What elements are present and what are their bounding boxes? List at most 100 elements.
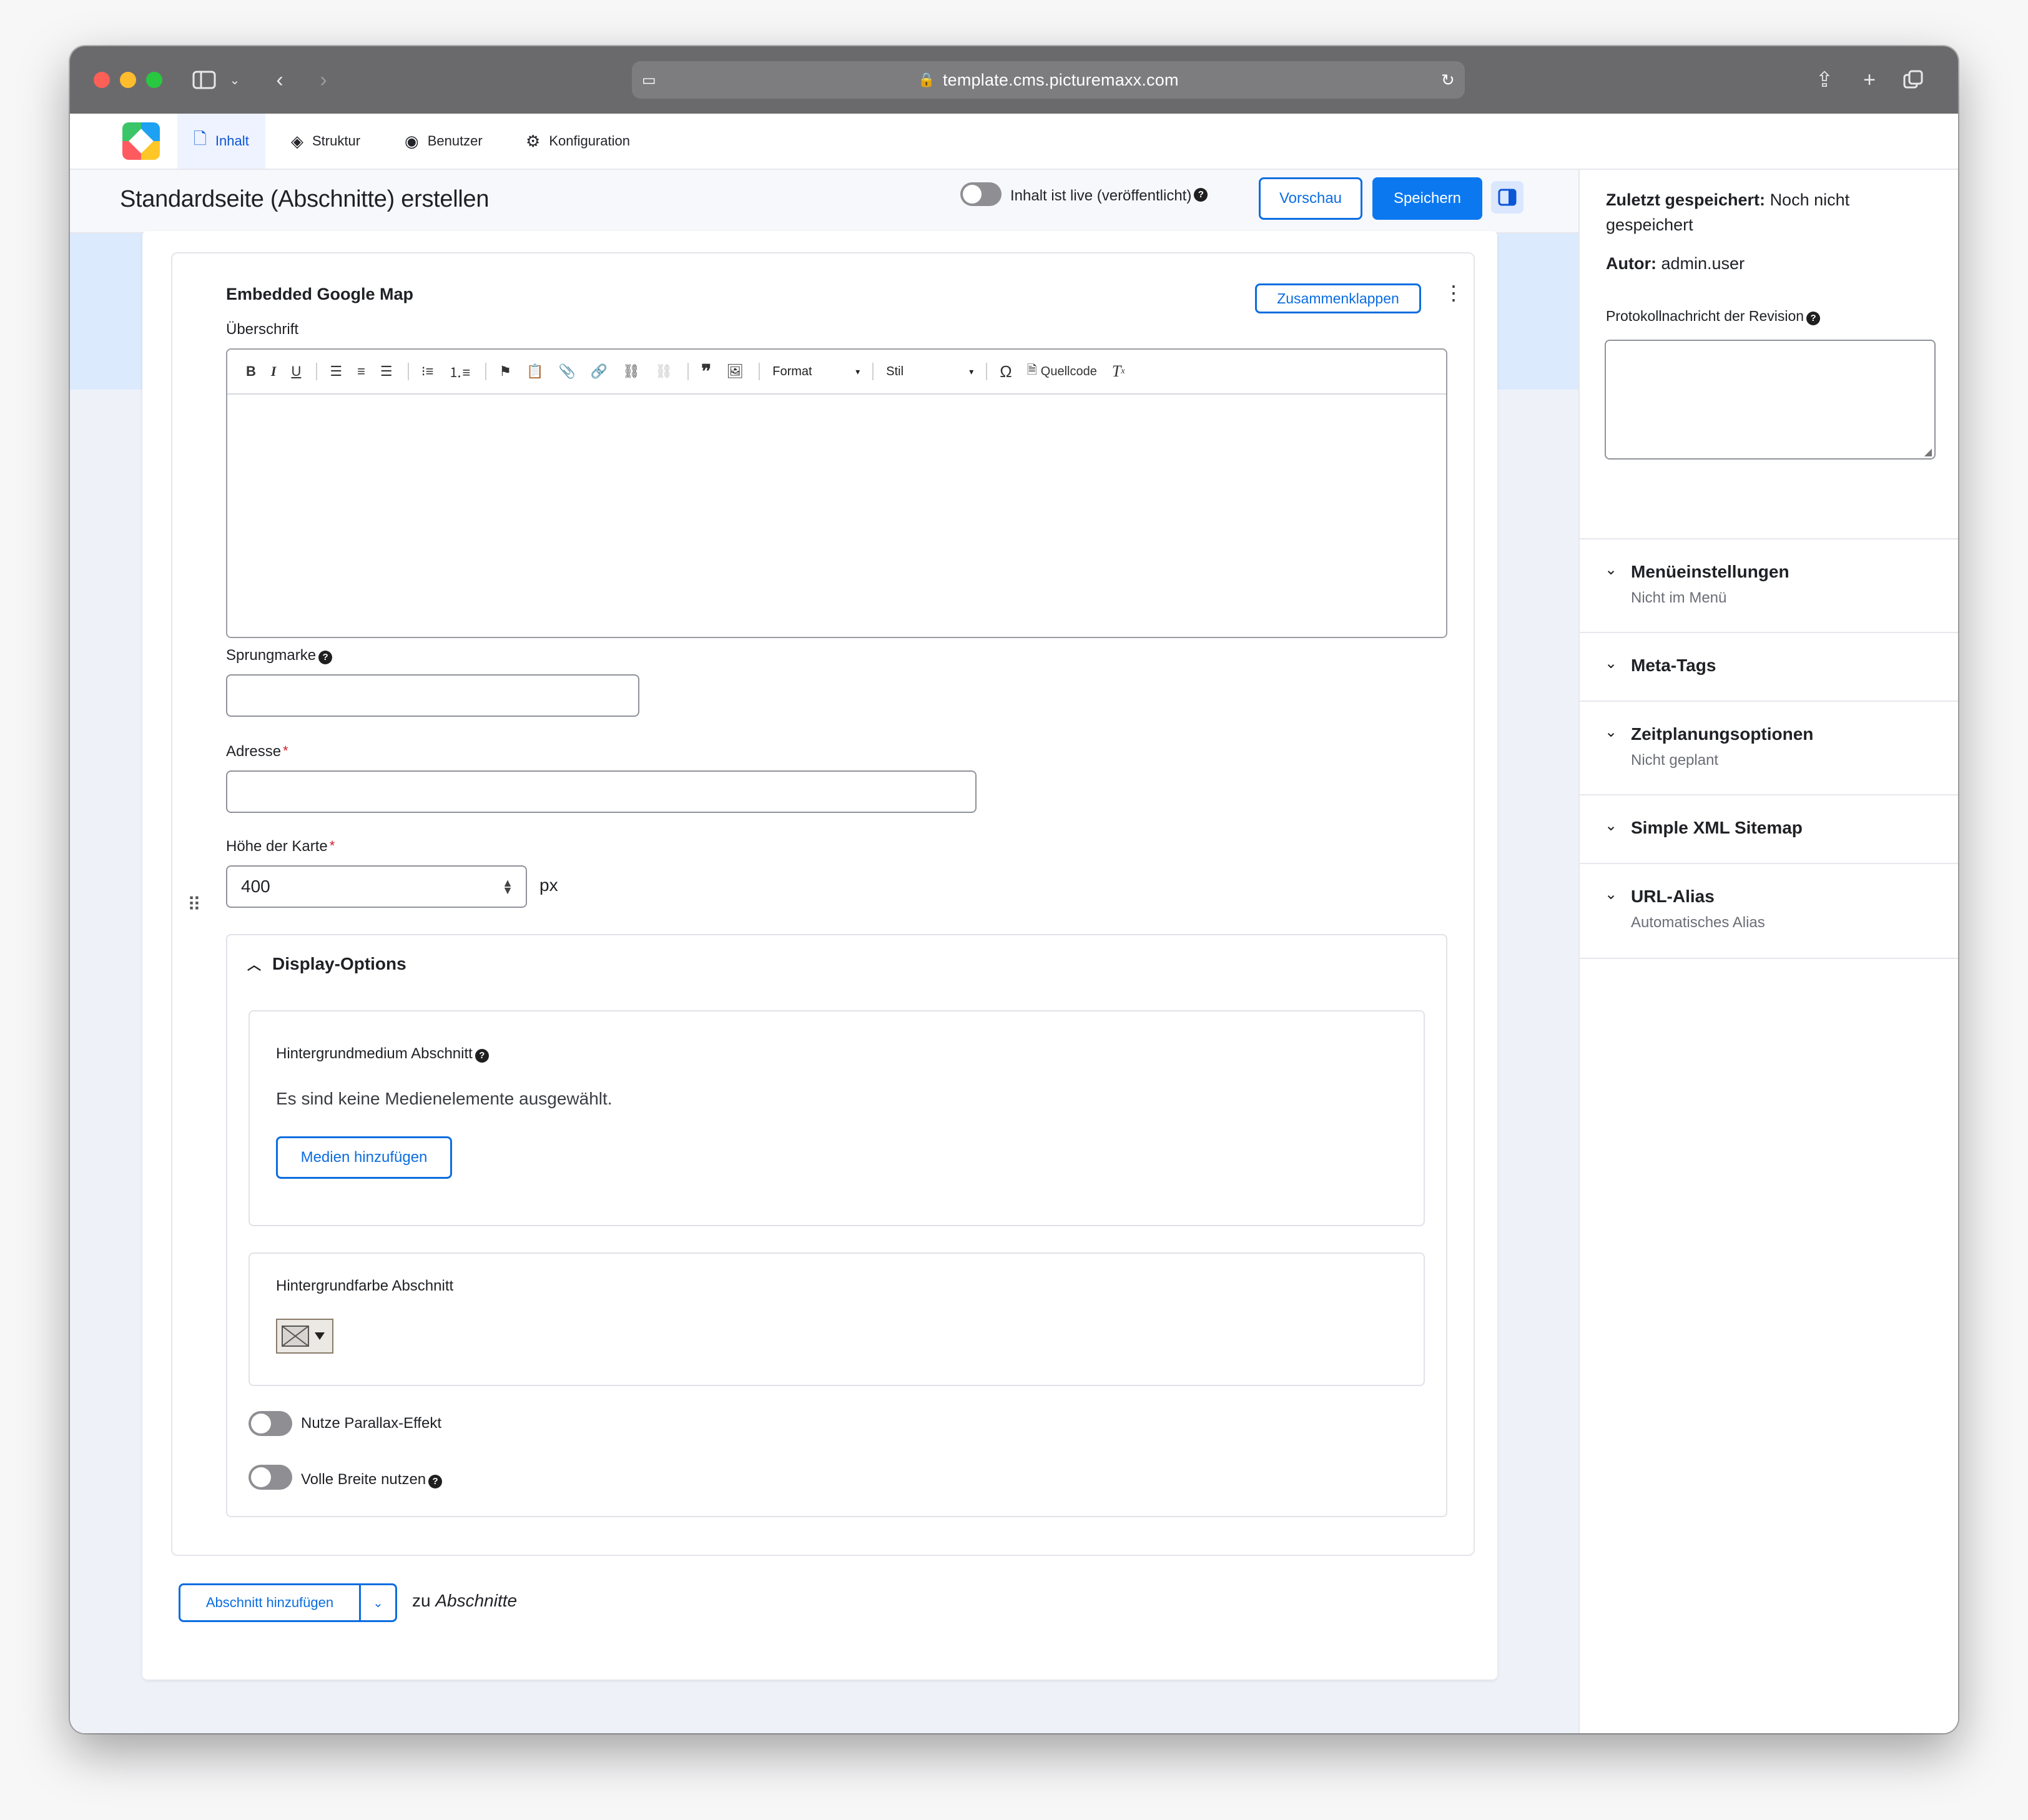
tab-label: Benutzer xyxy=(427,133,483,149)
anchor-flag-icon[interactable]: ⚑ xyxy=(499,363,511,380)
accordion-meta-tags[interactable]: ⌄ Meta-Tags xyxy=(1580,632,1958,702)
help-icon[interactable]: ? xyxy=(428,1475,443,1488)
numbered-list-icon[interactable]: ⒈≡ xyxy=(449,362,471,381)
add-media-button[interactable]: Medien hinzufügen xyxy=(276,1136,452,1179)
reload-icon[interactable]: ↻ xyxy=(1441,71,1455,90)
bg-media-empty: Es sind keine Medienelemente ausgewählt. xyxy=(276,1089,613,1108)
toolbar-separator xyxy=(407,363,409,380)
caret-down-icon: ▾ xyxy=(855,366,860,376)
chevron-down-icon[interactable]: ⌄ xyxy=(361,1585,395,1620)
color-picker[interactable] xyxy=(276,1319,333,1354)
rich-text-editor[interactable]: B I U ☰ ≡ ☰ ⁝≡ ⒈≡ ⚑ 📋 📎 🔗 ⛓ ⛓ ❞ 🖼 Format… xyxy=(226,348,1447,638)
parallax-label: Nutze Parallax-Effekt xyxy=(301,1415,441,1432)
document-icon: 🗋 xyxy=(194,129,207,148)
maximize-window-button[interactable] xyxy=(146,72,162,88)
help-icon[interactable]: ? xyxy=(475,1049,489,1063)
toolbar-separator xyxy=(687,363,689,380)
display-options-toggle[interactable]: ︿ Display-Options xyxy=(247,954,406,974)
style-label: Stil xyxy=(886,364,904,378)
chevron-down-icon[interactable]: ⌄ xyxy=(226,65,244,95)
attachment-icon[interactable]: 📎 xyxy=(558,363,575,380)
source-code-button[interactable]: 🗎 Quellcode xyxy=(1027,361,1097,382)
underline-icon[interactable]: U xyxy=(291,363,301,380)
add-section-split-button: Abschnitt hinzufügen ⌄ xyxy=(179,1583,397,1622)
format-label: Format xyxy=(772,364,812,378)
close-window-button[interactable] xyxy=(94,72,110,88)
italic-icon[interactable]: I xyxy=(271,363,277,380)
align-left-icon[interactable]: ☰ xyxy=(330,363,342,380)
tab-overview-icon[interactable] xyxy=(1901,65,1926,95)
link-alt-icon[interactable]: ⛓ xyxy=(623,363,640,380)
drag-handle-icon[interactable]: ⠿ xyxy=(187,894,201,916)
chevron-down-icon: ⌄ xyxy=(1605,724,1618,740)
height-label-text: Höhe der Karte xyxy=(226,838,328,855)
bg-color-label: Hintergrundfarbe Abschnitt xyxy=(276,1277,454,1294)
height-label: Höhe der Karte * xyxy=(226,838,335,855)
author-value: admin.user xyxy=(1661,254,1745,273)
bg-media-label: Hintergrundmedium Abschnitt? xyxy=(276,1045,489,1063)
align-center-icon[interactable]: ≡ xyxy=(357,363,365,380)
collapse-button[interactable]: Zusammenklappen xyxy=(1255,283,1421,313)
back-icon[interactable]: ‹ xyxy=(267,65,292,95)
page-menu-icon[interactable]: ▭ xyxy=(642,71,656,89)
sidebar-icon[interactable] xyxy=(189,65,220,95)
accordion-title: Zeitplanungsoptionen xyxy=(1631,724,1814,744)
full-width-toggle[interactable] xyxy=(249,1465,292,1490)
align-right-icon[interactable]: ☰ xyxy=(380,363,393,380)
picturemaxx-logo[interactable] xyxy=(122,122,160,160)
forward-icon[interactable]: › xyxy=(311,65,336,95)
paste-icon[interactable]: 📋 xyxy=(526,363,543,380)
tab-konfiguration[interactable]: ⚙ Konfiguration xyxy=(526,114,630,169)
full-width-label-text: Volle Breite nutzen xyxy=(301,1471,426,1488)
share-icon[interactable]: ⇪ xyxy=(1812,65,1837,95)
address-field[interactable] xyxy=(226,770,977,813)
resize-handle-icon[interactable]: ◢ xyxy=(1924,446,1932,458)
tab-struktur[interactable]: ◈ Struktur xyxy=(291,114,360,169)
help-icon[interactable]: ? xyxy=(318,651,333,664)
anchor-field[interactable] xyxy=(226,674,639,717)
user-circle-icon: ◉ xyxy=(405,131,419,150)
help-icon[interactable]: ? xyxy=(1194,188,1208,202)
chevron-up-icon: ︿ xyxy=(247,957,262,973)
add-section-target: zu Abschnitte xyxy=(412,1591,517,1611)
url-bar[interactable]: ▭ 🔒 template.cms.picturemaxx.com ↻ xyxy=(632,61,1465,99)
toolbar-separator xyxy=(485,363,487,380)
help-icon[interactable]: ? xyxy=(1806,312,1821,325)
height-field[interactable]: 400 ▲ ▼ xyxy=(226,865,527,908)
link-icon[interactable]: 🔗 xyxy=(591,363,608,380)
required-marker: * xyxy=(283,743,288,759)
author-label: Autor: xyxy=(1606,254,1656,273)
parallax-toggle[interactable] xyxy=(249,1411,292,1436)
tab-label: Inhalt xyxy=(215,133,249,149)
style-dropdown[interactable]: Stil ▾ xyxy=(886,365,973,379)
caret-down-icon: ▾ xyxy=(969,366,974,376)
revision-message-textarea[interactable]: ◢ xyxy=(1605,340,1936,460)
accordion-xml-sitemap[interactable]: ⌄ Simple XML Sitemap xyxy=(1580,794,1958,864)
bulleted-list-icon[interactable]: ⁝≡ xyxy=(421,363,434,380)
special-char-icon[interactable]: Ω xyxy=(1000,362,1012,381)
save-button[interactable]: Speichern xyxy=(1372,177,1482,220)
number-stepper-icon[interactable]: ▲ ▼ xyxy=(502,877,513,896)
accordion-scheduling[interactable]: ⌄ Zeitplanungsoptionen Nicht geplant xyxy=(1580,701,1958,795)
live-toggle[interactable] xyxy=(960,182,1002,206)
accordion-menu-settings[interactable]: ⌄ Menüeinstellungen Nicht im Menü xyxy=(1580,538,1958,633)
live-status: Inhalt ist live (veröffentlicht) ? xyxy=(960,182,1208,206)
more-options-icon[interactable]: ⋮ xyxy=(1444,281,1464,305)
add-section-target-name: Abschnitte xyxy=(435,1591,518,1610)
bold-icon[interactable]: B xyxy=(246,363,256,380)
remove-format-icon[interactable]: Tx xyxy=(1112,362,1125,381)
blockquote-icon[interactable]: ❞ xyxy=(701,361,711,383)
unlink-icon[interactable]: ⛓ xyxy=(655,363,672,380)
full-width-label: Volle Breite nutzen? xyxy=(301,1471,443,1488)
tab-benutzer[interactable]: ◉ Benutzer xyxy=(405,114,483,169)
image-icon[interactable]: 🖼 xyxy=(726,363,744,380)
tab-inhalt[interactable]: 🗋 Inhalt xyxy=(177,114,265,169)
preview-button[interactable]: Vorschau xyxy=(1259,177,1362,220)
format-dropdown[interactable]: Format ▾ xyxy=(772,365,860,379)
new-tab-icon[interactable]: + xyxy=(1857,65,1882,95)
add-section-button[interactable]: Abschnitt hinzufügen xyxy=(180,1585,361,1620)
sidebar-toggle-icon[interactable] xyxy=(1491,181,1523,214)
minimize-window-button[interactable] xyxy=(120,72,136,88)
accordion-title: Simple XML Sitemap xyxy=(1631,818,1803,837)
accordion-url-alias[interactable]: ⌄ URL-Alias Automatisches Alias xyxy=(1580,863,1958,959)
